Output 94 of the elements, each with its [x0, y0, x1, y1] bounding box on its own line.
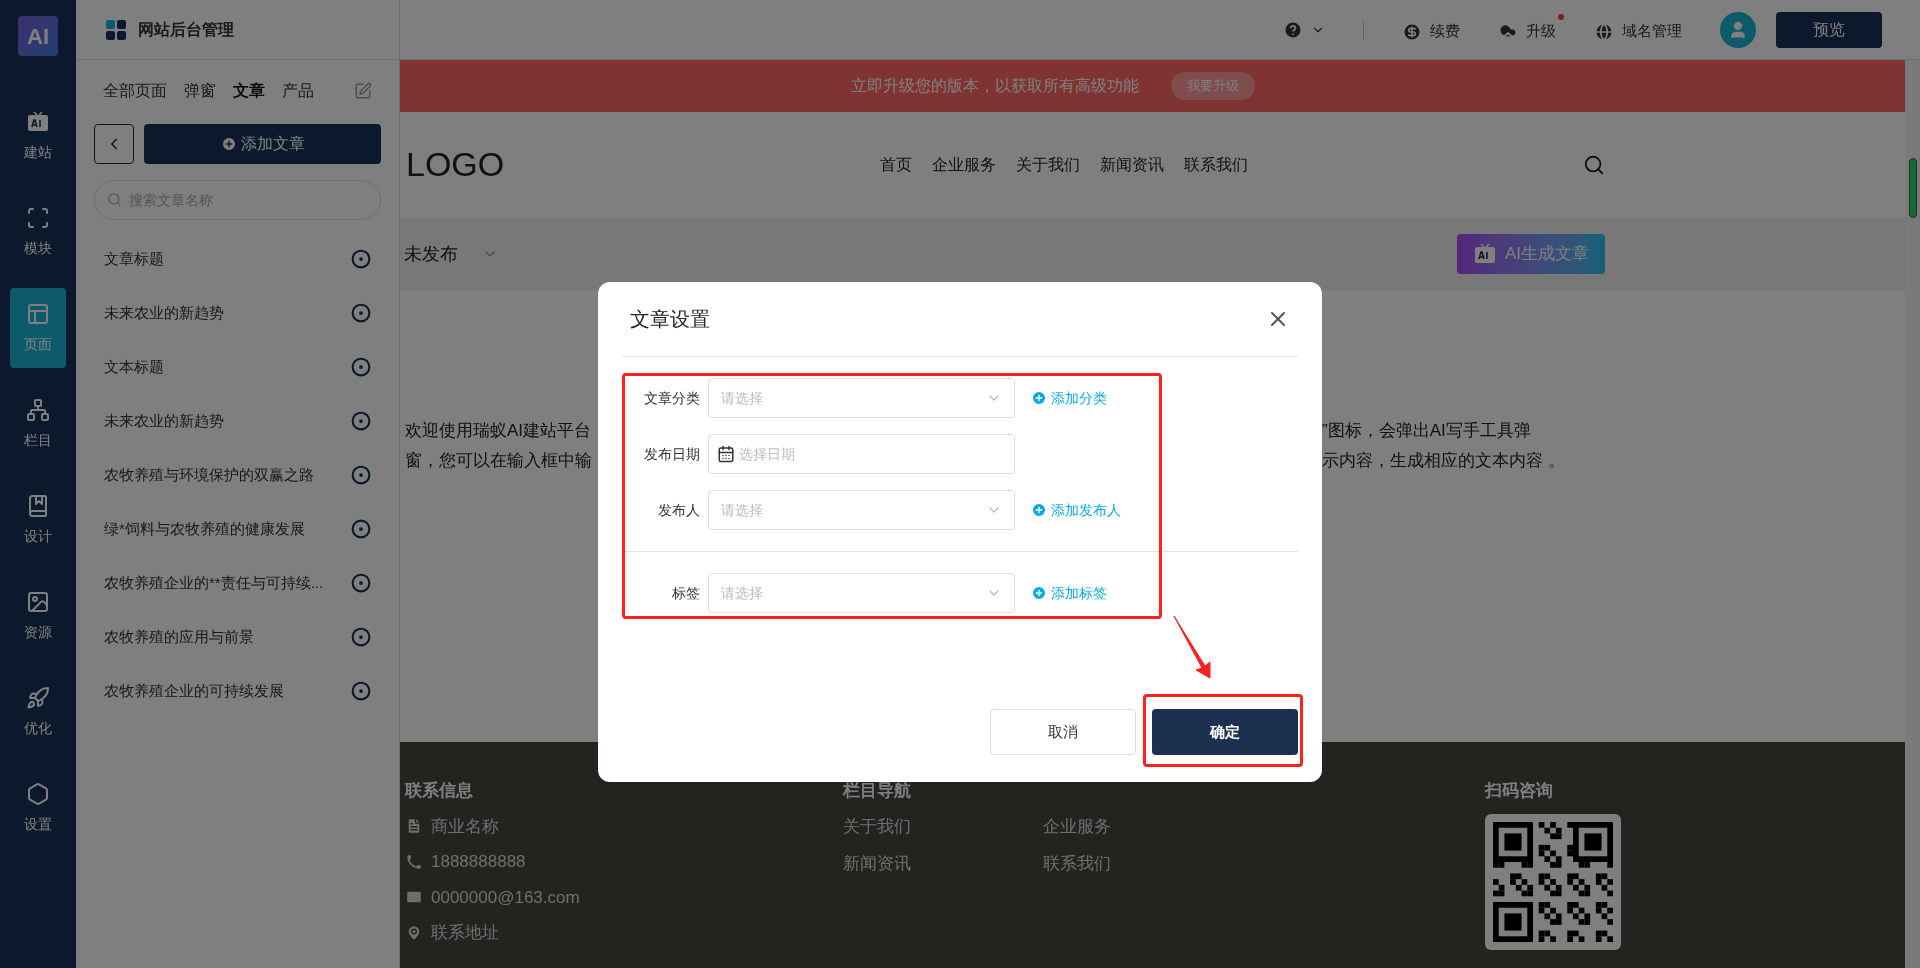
search-icon[interactable]: [1583, 153, 1605, 176]
footer-heading: 联系信息: [405, 780, 474, 802]
rail-icon: [26, 493, 50, 518]
status-select[interactable]: 未发布: [404, 240, 498, 268]
cancel-button[interactable]: 取消: [990, 709, 1136, 755]
field-label: 文章分类: [643, 388, 700, 408]
help-icon[interactable]: [1283, 19, 1303, 40]
footer-heading: 扫码咨询: [1485, 780, 1554, 802]
site-nav-link[interactable]: 联系我们: [1183, 152, 1248, 177]
footer-link[interactable]: 关于我们: [843, 813, 1043, 839]
site-logo: LOGO: [406, 144, 505, 185]
panel-tab[interactable]: 弹窗: [184, 79, 216, 103]
target-icon[interactable]: [351, 303, 371, 323]
rail-item[interactable]: 设计: [10, 480, 66, 560]
topbar-icon: [1402, 21, 1422, 42]
rail-icon: [26, 301, 50, 326]
plus-icon: [220, 136, 237, 152]
app-logo: AI: [18, 16, 58, 56]
rail-item[interactable]: 栏目: [10, 384, 66, 464]
grid-icon: [106, 19, 126, 40]
footer-link[interactable]: 企业服务: [1043, 813, 1243, 839]
plus-icon: [1031, 390, 1047, 406]
target-icon[interactable]: [351, 411, 371, 431]
back-button[interactable]: [94, 124, 134, 164]
preview-button[interactable]: 预览: [1776, 11, 1882, 48]
topbar-button[interactable]: 升级: [1498, 14, 1564, 45]
body-text: 窗，您可以在输入框中输: [405, 450, 592, 472]
contact-text: 商业名称: [431, 815, 499, 838]
rail-icon: [26, 397, 50, 422]
contact-text: 0000000@163.com: [431, 886, 580, 909]
add-link[interactable]: 添加标签: [1031, 582, 1107, 604]
add-article-button[interactable]: 添加文章: [144, 124, 381, 164]
target-icon[interactable]: [351, 357, 371, 377]
field-label: 发布日期: [643, 444, 700, 464]
panel-tab[interactable]: 全部页面: [103, 79, 167, 103]
rail-icon: [26, 109, 50, 134]
contact-text: 联系地址: [431, 922, 499, 944]
footer-link[interactable]: 联系我们: [1043, 851, 1243, 877]
article-item[interactable]: 农牧养殖企业的**责任与可持续...: [76, 556, 399, 610]
contact-icon: [405, 852, 423, 871]
app-title: 网站后台管理: [138, 19, 234, 40]
footer-link[interactable]: 新闻资讯: [843, 851, 1043, 877]
ai-icon: [1472, 242, 1497, 266]
article-item[interactable]: 农牧养殖的应用与前景: [76, 610, 399, 664]
article-item[interactable]: 未来农业的新趋势: [76, 394, 399, 448]
body-text: ”图标，会弹出AI写手工具弹: [1322, 420, 1531, 442]
topbar-button[interactable]: 续费: [1402, 14, 1468, 45]
target-icon[interactable]: [351, 681, 371, 701]
target-icon[interactable]: [351, 627, 371, 647]
target-icon[interactable]: [351, 573, 371, 593]
body-text: 欢迎使用瑞蚁AI建站平台: [405, 420, 592, 442]
article-item[interactable]: 文章标题: [76, 232, 399, 286]
rail-item[interactable]: 模块: [10, 192, 66, 272]
footer-heading: 栏目导航: [843, 780, 912, 802]
field-label: 标签: [671, 583, 700, 603]
panel-tab[interactable]: 产品: [282, 79, 314, 103]
article-item[interactable]: 农牧养殖与环境保护的双赢之路: [76, 448, 399, 502]
contact-icon: [405, 923, 423, 942]
article-item[interactable]: 绿*饲料与农牧养殖的健康发展: [76, 502, 399, 556]
site-nav-link[interactable]: 新闻资讯: [1099, 152, 1164, 177]
target-icon[interactable]: [351, 249, 371, 269]
panel-tab[interactable]: 文章: [233, 79, 265, 103]
field-label: 发布人: [657, 500, 700, 520]
site-nav-link[interactable]: 企业服务: [931, 152, 996, 177]
rail-icon: [26, 685, 50, 710]
article-item[interactable]: 农牧养殖企业的可持续发展: [76, 664, 399, 718]
user-icon: [1728, 19, 1748, 40]
add-link[interactable]: 添加发布人: [1031, 499, 1121, 521]
plus-icon: [1031, 585, 1047, 601]
body-text: 示内容，生成相应的文本内容 。: [1322, 450, 1565, 472]
rail-icon: [26, 205, 50, 230]
rail-icon: [26, 589, 50, 614]
contact-text: 1888888888: [431, 851, 526, 873]
rail-item[interactable]: 建站: [10, 96, 66, 176]
article-item[interactable]: 文本标题: [76, 340, 399, 394]
rail-item[interactable]: 设置: [10, 768, 66, 848]
confirm-button[interactable]: 确定: [1152, 709, 1298, 755]
target-icon[interactable]: [351, 519, 371, 539]
contact-icon: [405, 817, 423, 836]
topbar-button[interactable]: 域名管理: [1594, 14, 1690, 45]
rail-icon: [26, 781, 50, 806]
rail-item[interactable]: 资源: [10, 576, 66, 656]
rail-item[interactable]: 优化: [10, 672, 66, 752]
site-nav-link[interactable]: 首页: [879, 152, 912, 177]
site-nav-link[interactable]: 关于我们: [1015, 152, 1080, 177]
article-item[interactable]: 未来农业的新趋势: [76, 286, 399, 340]
add-link[interactable]: 添加分类: [1031, 387, 1107, 409]
dialog-title: 文章设置: [630, 307, 710, 332]
calendar-icon: [717, 445, 735, 463]
target-icon[interactable]: [351, 465, 371, 485]
plus-icon: [1031, 502, 1047, 518]
topbar-icon: [1594, 21, 1614, 42]
banner-text: 立即升级您的版本，以获取所有高级功能: [850, 76, 1139, 96]
search-icon: [107, 192, 122, 207]
